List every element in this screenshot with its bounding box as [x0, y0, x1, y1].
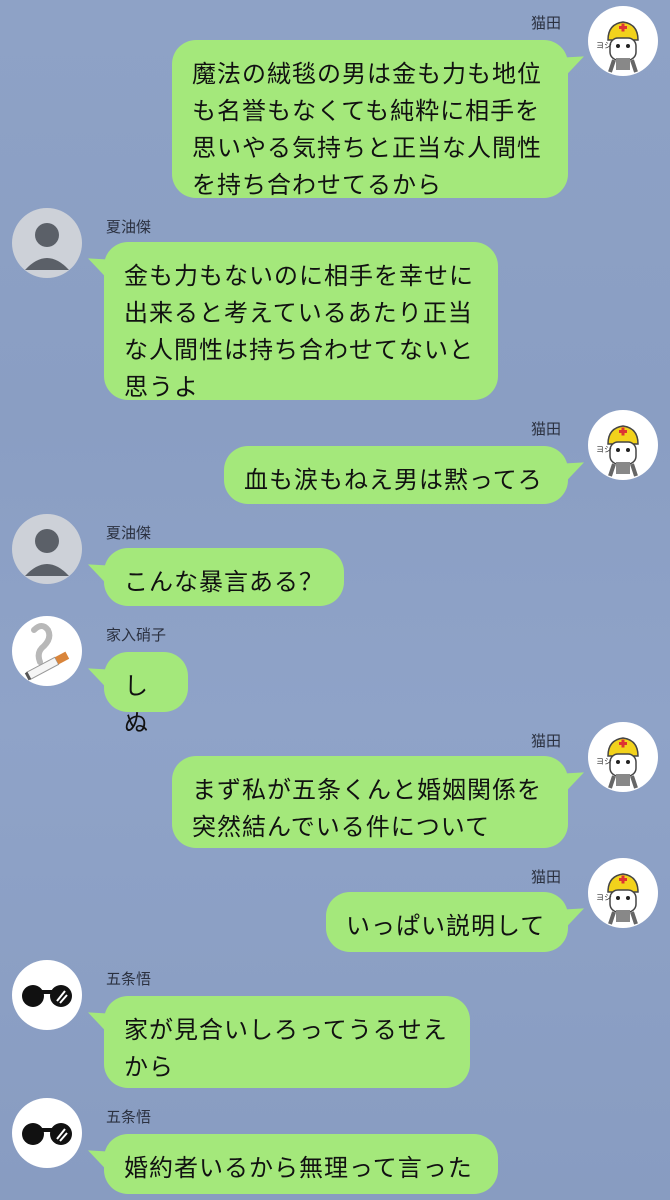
default-user-icon[interactable] [12, 208, 82, 278]
sunglasses-icon[interactable] [12, 960, 82, 1030]
sunglasses-icon[interactable] [12, 1098, 82, 1168]
cat-helmet-icon[interactable]: ヨシ [588, 858, 658, 928]
sender-name: 猫田 [531, 732, 562, 750]
message-bubble[interactable]: 婚約者いるから無理って言った [104, 1134, 498, 1194]
message-bubble[interactable]: 魔法の絨毯の男は金も力も地位 も名誉もなくても純粋に相手を 思いやる気持ちと正当… [172, 40, 568, 199]
message-bubble[interactable]: 血も涙もねえ男は黙ってろ [224, 446, 568, 504]
svg-text:ヨシ: ヨシ [596, 445, 612, 454]
message-bubble[interactable]: まず私が五条くんと婚姻関係を 突然結んでいる件について [172, 756, 568, 848]
message-bubble[interactable]: いっぱい説明して [326, 892, 568, 952]
svg-text:ヨシ: ヨシ [596, 41, 612, 50]
sender-name: 夏油傑 [106, 524, 152, 542]
message-bubble[interactable]: 家が見合いしろってうるせえ から [104, 996, 470, 1088]
default-user-icon[interactable] [12, 514, 82, 584]
sender-name: 夏油傑 [106, 218, 152, 236]
sender-name: 猫田 [531, 420, 562, 438]
sender-name: 五条悟 [106, 1108, 152, 1126]
message-bubble[interactable]: しぬ [104, 652, 188, 737]
sender-name: 猫田 [531, 868, 562, 886]
svg-text:ヨシ: ヨシ [596, 893, 612, 902]
chat-thread[interactable]: 猫田 ヨシ 魔法の絨毯の男は金も力も地位 も名誉もなくても純粋に相手を 思いやる… [0, 0, 670, 1200]
message-bubble[interactable]: こんな暴言ある？ [104, 548, 344, 606]
cat-helmet-icon[interactable]: ヨシ [588, 722, 658, 792]
message-bubble[interactable]: 金も力もないのに相手を幸せに 出来ると考えているあたり正当 な人間性は持ち合わせ… [104, 242, 498, 401]
svg-text:ヨシ: ヨシ [596, 757, 612, 766]
cat-helmet-icon[interactable]: ヨシ [588, 410, 658, 480]
cat-helmet-icon[interactable]: ヨシ [588, 6, 658, 76]
sender-name: 猫田 [531, 14, 562, 32]
cigarette-icon[interactable] [12, 616, 82, 686]
sender-name: 五条悟 [106, 970, 152, 988]
sender-name: 家入硝子 [106, 626, 167, 644]
